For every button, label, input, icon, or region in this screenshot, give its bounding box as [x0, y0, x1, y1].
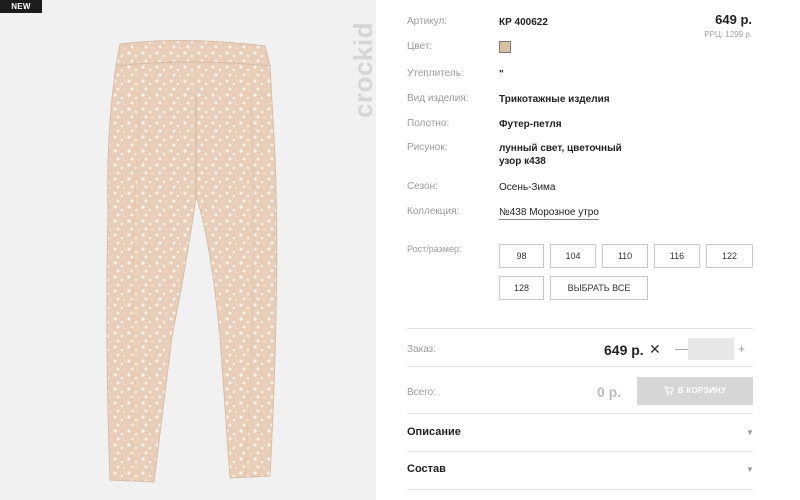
size-button-98[interactable]: 98	[499, 244, 544, 268]
divider	[407, 413, 753, 414]
divider	[407, 451, 753, 452]
color-swatch[interactable]	[499, 41, 511, 53]
remove-order-icon[interactable]: ✕	[649, 341, 661, 358]
add-to-cart-button[interactable]: В КОРЗИНУ	[637, 377, 753, 405]
chevron-down-icon[interactable]: ▼	[746, 465, 754, 474]
quantity-input[interactable]	[688, 338, 734, 360]
sku-value: КР 400622	[499, 17, 548, 28]
divider	[407, 328, 753, 329]
season-label: Сезон:	[407, 181, 438, 192]
fabric-value: Футер-петля	[499, 119, 562, 130]
product-price: 649 р.	[715, 12, 752, 27]
insulation-label: Утеплитель:	[407, 68, 464, 79]
total-value: 0 р.	[597, 384, 622, 400]
select-all-sizes-button[interactable]: ВЫБРАТЬ ВСЕ	[550, 276, 648, 300]
size-button-122[interactable]: 122	[706, 244, 753, 268]
order-label: Заказ:	[407, 344, 437, 355]
chevron-down-icon[interactable]: ▼	[746, 428, 754, 437]
composition-section-header[interactable]: Состав	[407, 463, 446, 475]
rrc-price: РРЦ: 1299 р.	[704, 30, 752, 39]
insulation-value: "	[499, 69, 504, 80]
color-label: Цвет:	[407, 41, 433, 52]
brand-watermark: crockid	[312, 0, 376, 130]
description-section-header[interactable]: Описание	[407, 426, 461, 438]
size-button-116[interactable]: 116	[654, 244, 700, 268]
season-value: Осень-Зима	[499, 182, 556, 193]
size-label: Рост/размер:	[407, 244, 462, 254]
pattern-value-line2: узор к438	[499, 156, 546, 167]
type-label: Вид изделия:	[407, 93, 469, 104]
size-button-128[interactable]: 128	[499, 276, 544, 300]
sku-label: Артикул:	[407, 16, 448, 27]
size-button-110[interactable]: 110	[602, 244, 648, 268]
divider	[407, 489, 753, 490]
total-label: Всего:	[407, 387, 436, 398]
pattern-value-line1: лунный свет, цветочный	[499, 143, 622, 154]
size-button-104[interactable]: 104	[550, 244, 596, 268]
new-badge: NEW	[0, 0, 42, 13]
collection-label: Коллекция:	[407, 206, 460, 217]
divider	[407, 366, 753, 367]
order-price: 649 р.	[604, 342, 644, 358]
quantity-increment-button[interactable]: +	[738, 342, 745, 356]
fabric-label: Полотно:	[407, 118, 450, 129]
add-to-cart-label: В КОРЗИНУ	[677, 386, 727, 395]
pattern-label: Рисунок:	[407, 142, 448, 153]
product-details: Артикул: КР 400622 649 р. РРЦ: 1299 р. Ц…	[407, 0, 800, 500]
brand-watermark-text: crockid	[348, 22, 376, 118]
type-value: Трикотажные изделия	[499, 94, 610, 105]
collection-link[interactable]: №438 Морозное утро	[499, 206, 599, 220]
quantity-decrement-button[interactable]: —	[675, 341, 688, 356]
cart-icon	[663, 386, 674, 395]
product-photo-pants	[106, 39, 278, 483]
product-image-panel[interactable]: NEW crockid	[0, 0, 376, 500]
